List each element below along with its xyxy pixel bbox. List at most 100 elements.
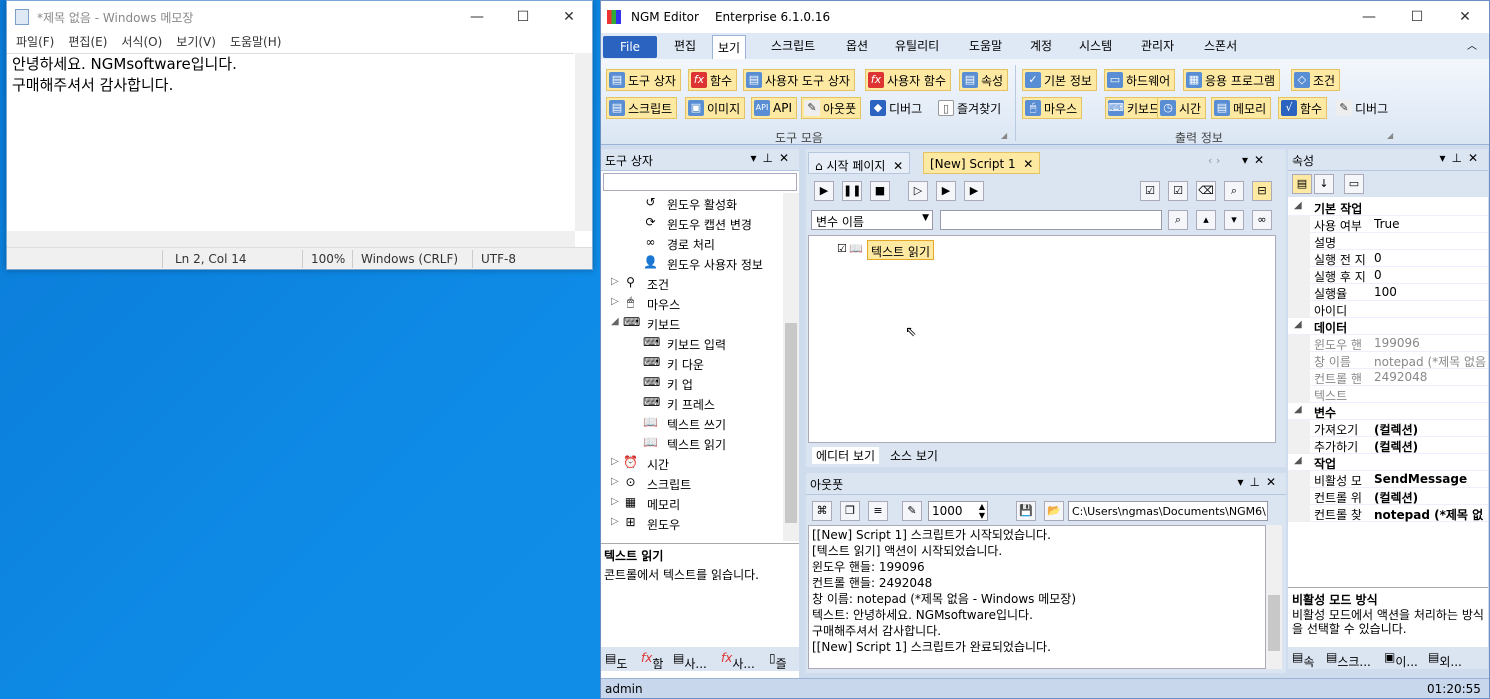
tab-external[interactable]: ▤ 외... xyxy=(1428,650,1462,669)
debug-button[interactable]: ◆ 디버그 xyxy=(867,97,927,119)
property-row[interactable]: 실행 전 지 0 xyxy=(1288,250,1488,267)
script-canvas[interactable]: ☑ 📖 텍스트 읽기 ⇖ xyxy=(808,235,1276,443)
property-row[interactable]: 가져오기 (컬렉션) xyxy=(1288,420,1488,437)
tab-view[interactable]: 보기 xyxy=(712,35,746,59)
tab-new-script[interactable]: [New] Script 1 ✕ xyxy=(923,152,1041,174)
menu-help[interactable]: 도움말(H) xyxy=(223,33,289,53)
panel-controls-icon[interactable]: ▾⊥✕ xyxy=(1237,475,1282,489)
property-row[interactable]: 컨트롤 찾 notepad (*제목 없 xyxy=(1288,505,1488,522)
tab-utility[interactable]: 유틸리티 xyxy=(895,37,939,54)
expand-arrow-icon[interactable]: ▷ xyxy=(611,516,619,527)
tab-favorites[interactable]: ▯ 즐 xyxy=(769,651,787,671)
property-row[interactable]: 추가하기 (컬렉션) xyxy=(1288,437,1488,454)
collapse-arrow-icon[interactable]: ◢ xyxy=(611,316,619,327)
collapse-arrow-icon[interactable]: ◢ xyxy=(1294,319,1302,330)
toolbox-item[interactable]: ◢ ⌨ 키보드 xyxy=(601,313,783,333)
node-checkbox[interactable]: ☑ xyxy=(837,242,847,255)
time-button[interactable]: ◷ 시간 xyxy=(1157,97,1207,119)
api-button[interactable]: API API xyxy=(751,97,797,119)
tab-user-toolbox[interactable]: ▤ 사... xyxy=(673,651,707,671)
close-button[interactable]: ✕ xyxy=(546,1,592,33)
property-value[interactable]: (컬렉션) xyxy=(1374,421,1486,438)
debug2-button[interactable]: ✎ 디버그 xyxy=(1333,97,1393,119)
tab-toolbox[interactable]: ▤ 도 xyxy=(605,651,627,671)
tab-edit[interactable]: 편집 xyxy=(674,37,696,54)
tree-view-icon[interactable]: ⊟ xyxy=(1252,181,1272,201)
copy-icon[interactable]: ❐ xyxy=(840,501,860,521)
property-row[interactable]: 컨트롤 위 (컬렉션) xyxy=(1288,488,1488,505)
sort-az-icon[interactable]: ↓ xyxy=(1314,174,1334,194)
minimize-button[interactable]: — xyxy=(1345,1,1393,33)
tab-options[interactable]: 옵션 xyxy=(846,37,868,54)
property-value[interactable]: 199096 xyxy=(1374,336,1486,350)
tab-sponsor[interactable]: 스폰서 xyxy=(1204,37,1237,54)
vertical-scrollbar[interactable] xyxy=(575,53,592,231)
output-path-input[interactable]: C:\Users\ngmas\Documents\NGM6\ xyxy=(1068,501,1268,521)
function-button[interactable]: fx 함수 xyxy=(688,69,738,91)
maximize-button[interactable]: ☐ xyxy=(1393,1,1441,33)
play-icon[interactable]: ▶ xyxy=(814,181,834,201)
categorized-icon[interactable]: ▤ xyxy=(1292,174,1312,194)
toolbox-item[interactable]: ∞ 경로 처리 xyxy=(601,233,783,253)
property-row[interactable]: 설명 xyxy=(1288,233,1488,250)
property-row[interactable]: 창 이름 notepad (*제목 없음 xyxy=(1288,352,1488,369)
tab-script-list[interactable]: ▤ 스크... xyxy=(1326,650,1371,669)
collapse-ribbon-icon[interactable]: ︿ xyxy=(1467,37,1477,52)
delete-icon[interactable]: ⌫ xyxy=(1196,181,1216,201)
tab-admin[interactable]: 관리자 xyxy=(1141,37,1174,54)
folder-icon[interactable]: 📂 xyxy=(1044,501,1064,521)
user-toolbox-button[interactable]: ▤ 사용자 도구 상자 xyxy=(743,69,855,91)
basic-info-button[interactable]: ✓ 기본 정보 xyxy=(1022,69,1097,91)
toolbox-item[interactable]: ↺ 윈도우 활성화 xyxy=(601,193,783,213)
toolbox-item[interactable]: ▷ ⏰ 시간 xyxy=(601,453,783,473)
toolbox-item[interactable]: ▷ ⊞ 윈도우 xyxy=(601,513,783,533)
condition-button[interactable]: ◇ 조건 xyxy=(1291,69,1341,91)
run-from-icon[interactable]: ▶ xyxy=(964,181,984,201)
tab-properties[interactable]: ▤ 속 xyxy=(1292,650,1314,669)
close-button[interactable]: ✕ xyxy=(1441,1,1489,33)
expand-arrow-icon[interactable]: ▷ xyxy=(611,476,619,487)
toolbox-scrollbar[interactable] xyxy=(783,193,799,541)
property-value[interactable]: notepad (*제목 없 xyxy=(1374,506,1486,523)
link-icon[interactable]: ⌘ xyxy=(812,501,832,521)
output-log[interactable]: [[New] Script 1] 스크립트가 시작되었습니다. [텍스트 읽기]… xyxy=(808,525,1266,669)
toolbox-item[interactable]: ▷ ⚲ 조건 xyxy=(601,273,783,293)
ngm-titlebar[interactable]: NGM Editor Enterprise 6.1.0.16 — ☐ ✕ xyxy=(601,1,1489,33)
collapse-arrow-icon[interactable]: ◢ xyxy=(1294,455,1302,466)
property-row[interactable]: 텍스트 xyxy=(1288,386,1488,403)
expand-arrow-icon[interactable]: ▷ xyxy=(611,276,619,287)
menu-view[interactable]: 보기(V) xyxy=(169,33,223,53)
toolbox-item[interactable]: ▷ 🖱 마우스 xyxy=(601,293,783,313)
property-value[interactable]: SendMessage xyxy=(1374,472,1486,486)
list-icon[interactable]: ≡ xyxy=(868,501,888,521)
property-value[interactable]: 0 xyxy=(1374,251,1486,265)
collapse-arrow-icon[interactable]: ◢ xyxy=(1294,404,1302,415)
user-function-button[interactable]: fx 사용자 함수 xyxy=(865,69,952,91)
property-value[interactable]: 0 xyxy=(1374,268,1486,282)
toolbox-search-input[interactable] xyxy=(603,173,797,191)
properties-button[interactable]: ▤ 속성 xyxy=(959,69,1009,91)
tab-system[interactable]: 시스템 xyxy=(1079,37,1112,54)
loop-icon[interactable]: ∞ xyxy=(1252,210,1272,230)
mouse-button[interactable]: 🖱 마우스 xyxy=(1022,97,1083,119)
tab-function[interactable]: fx 함 xyxy=(641,651,663,671)
hardware-button[interactable]: ▭ 하드웨어 xyxy=(1104,69,1176,91)
save-icon[interactable]: 💾 xyxy=(1016,501,1036,521)
panel-controls-icon[interactable]: ▾⊥✕ xyxy=(750,151,795,165)
menu-file[interactable]: 파일(F) xyxy=(9,33,61,53)
scroll-thumb[interactable] xyxy=(785,323,797,523)
output-button[interactable]: ✎ 아웃풋 xyxy=(801,97,862,119)
step-icon[interactable]: ▷ xyxy=(908,181,928,201)
toolbox-item[interactable]: ⟳ 윈도우 캡션 변경 xyxy=(601,213,783,233)
tab-start-page[interactable]: ⌂ 시작 페이지 ✕ xyxy=(808,152,911,174)
expand-arrow-icon[interactable]: ▷ xyxy=(611,496,619,507)
search-icon[interactable]: ⌕ xyxy=(1168,210,1188,230)
run-selected-icon[interactable]: ▶ xyxy=(936,181,956,201)
property-category[interactable]: ◢ 기본 작업 xyxy=(1288,199,1488,216)
panel-controls-icon[interactable]: ▾⊥✕ xyxy=(1439,151,1484,165)
scroll-thumb[interactable] xyxy=(1268,595,1280,651)
tab-script[interactable]: 스크립트 xyxy=(771,37,815,54)
property-row[interactable]: 윈도우 핸 199096 xyxy=(1288,335,1488,352)
property-value[interactable]: notepad (*제목 없음 xyxy=(1374,353,1486,370)
function2-button[interactable]: √ 함수 xyxy=(1278,97,1328,119)
